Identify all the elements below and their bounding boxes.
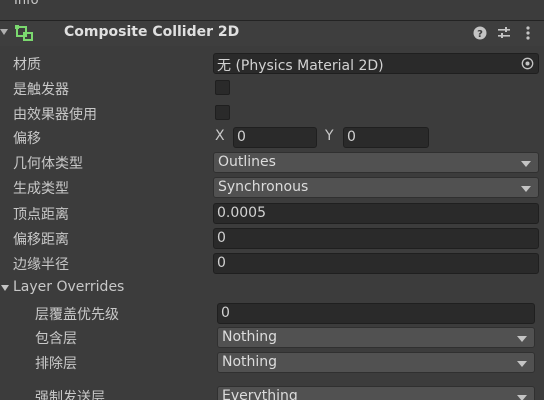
include-layers-row: 包含层 Nothing (0, 325, 544, 350)
generation-type-label: 生成类型 (13, 181, 69, 197)
material-value: 无 (Physics Material 2D) (217, 58, 384, 74)
generation-type-dropdown[interactable]: Synchronous (213, 177, 539, 198)
edge-radius-field[interactable]: 0 (213, 253, 539, 274)
composite-collider-icon (15, 25, 33, 41)
offset-label: 偏移 (13, 131, 41, 147)
foldout-arrow-icon[interactable] (1, 285, 9, 291)
vertex-distance-value: 0.0005 (217, 205, 266, 221)
edge-radius-label: 边缘半径 (13, 257, 69, 273)
vertex-distance-field[interactable]: 0.0005 (213, 203, 539, 224)
edge-radius-value: 0 (217, 255, 226, 271)
used-by-effector-checkbox[interactable] (215, 105, 230, 120)
offset-y-field[interactable]: 0 (343, 127, 429, 148)
more-icon[interactable] (520, 25, 536, 41)
layer-overrides-label: Layer Overrides (13, 279, 125, 295)
used-by-effector-row: 由效果器使用 (0, 101, 544, 126)
generation-type-value: Synchronous (218, 179, 309, 195)
force-send-layers-row: 强制发送层 Everything (0, 384, 544, 400)
layer-override-priority-field[interactable]: 0 (217, 303, 535, 324)
vertex-distance-label: 顶点距离 (13, 207, 69, 223)
layer-override-priority-value: 0 (221, 305, 230, 321)
material-label: 材质 (13, 57, 41, 73)
force-send-layers-value: Everything (222, 388, 298, 400)
geometry-type-row: 几何体类型 Outlines (0, 150, 544, 175)
offset-row: 偏移 X 0 Y 0 (0, 125, 544, 150)
component-title: Composite Collider 2D (64, 24, 240, 40)
exclude-layers-row: 排除层 Nothing (0, 350, 544, 375)
offset-x-label: X (215, 128, 225, 144)
offset-x-field[interactable]: 0 (233, 127, 317, 148)
offset-distance-row: 偏移距离 0 (0, 226, 544, 251)
vertex-distance-row: 顶点距离 0.0005 (0, 201, 544, 226)
is-trigger-row: 是触发器 (0, 76, 544, 101)
force-send-layers-dropdown[interactable]: Everything (217, 386, 535, 400)
offset-y-value: 0 (347, 129, 356, 145)
offset-distance-field[interactable]: 0 (213, 228, 539, 249)
layer-override-priority-label: 层覆盖优先级 (35, 307, 119, 323)
edge-radius-row: 边缘半径 0 (0, 251, 544, 276)
include-layers-value: Nothing (222, 329, 278, 345)
offset-distance-label: 偏移距离 (13, 232, 69, 248)
used-by-effector-label: 由效果器使用 (13, 107, 97, 123)
previous-component-strip: Info (0, 0, 544, 20)
offset-x-value: 0 (237, 129, 246, 145)
is-trigger-checkbox[interactable] (215, 80, 230, 95)
chevron-down-icon (517, 336, 527, 342)
chevron-down-icon (517, 395, 527, 400)
layer-override-priority-row: 层覆盖优先级 0 (0, 301, 544, 326)
material-row: 材质 无 (Physics Material 2D) (0, 51, 544, 76)
chevron-down-icon (521, 161, 531, 167)
chevron-down-icon (517, 361, 527, 367)
inspector-panel: Info Composite Collider 2D ? 材质 无 (Physi… (0, 0, 544, 400)
preset-icon[interactable] (496, 25, 512, 41)
generation-type-row: 生成类型 Synchronous (0, 175, 544, 200)
geometry-type-dropdown[interactable]: Outlines (213, 152, 539, 173)
is-trigger-label: 是触发器 (13, 82, 69, 98)
include-layers-label: 包含层 (35, 331, 77, 347)
include-layers-dropdown[interactable]: Nothing (217, 327, 535, 348)
help-icon[interactable]: ? (472, 25, 488, 41)
layer-overrides-foldout[interactable]: Layer Overrides (0, 276, 544, 301)
object-picker-icon[interactable] (521, 57, 534, 70)
material-object-field[interactable]: 无 (Physics Material 2D) (213, 53, 539, 74)
force-send-layers-label: 强制发送层 (35, 390, 105, 400)
exclude-layers-value: Nothing (222, 354, 278, 370)
svg-text:?: ? (477, 29, 483, 40)
geometry-type-value: Outlines (218, 154, 276, 170)
geometry-type-label: 几何体类型 (13, 156, 83, 172)
chevron-down-icon (521, 186, 531, 192)
component-header[interactable]: Composite Collider 2D ? (0, 21, 544, 46)
foldout-arrow-icon[interactable] (0, 29, 8, 35)
offset-distance-value: 0 (217, 230, 226, 246)
offset-y-label: Y (325, 128, 334, 144)
exclude-layers-label: 排除层 (35, 356, 77, 372)
previous-component-label: Info (14, 0, 39, 8)
exclude-layers-dropdown[interactable]: Nothing (217, 352, 535, 373)
